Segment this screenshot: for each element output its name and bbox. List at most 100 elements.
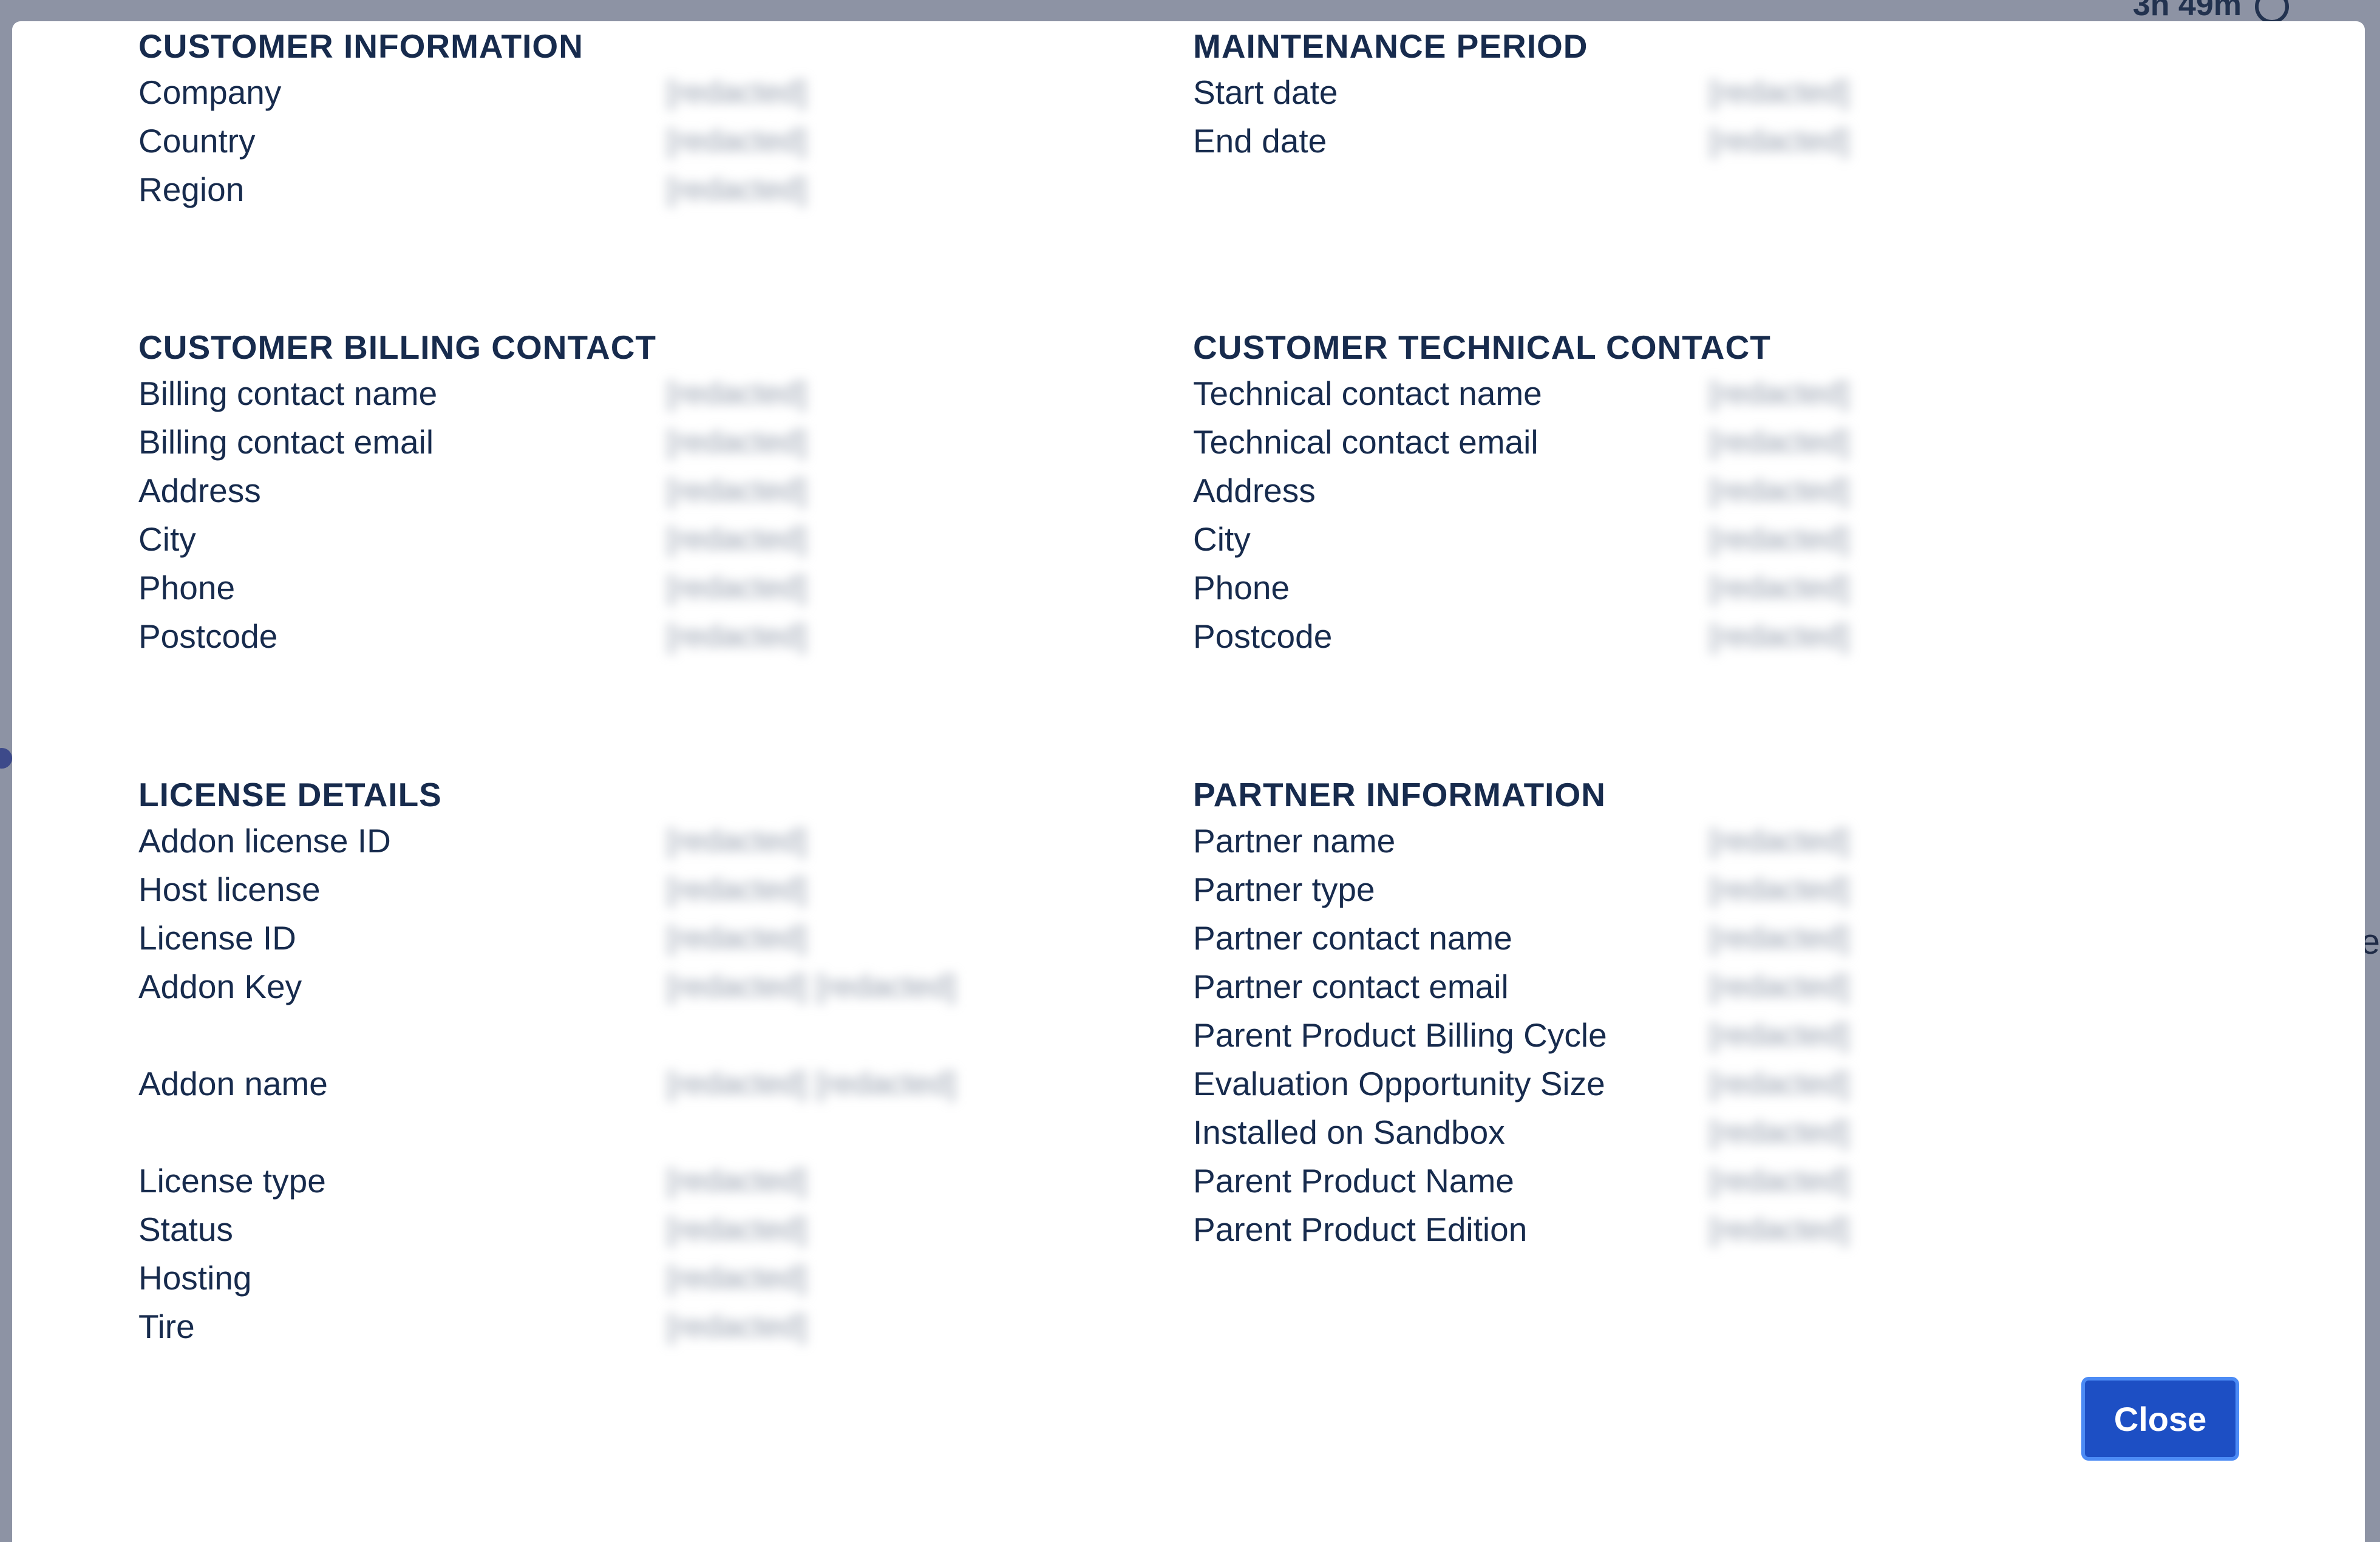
info-row-billing-name: Billing contact name [redacted] (138, 369, 1171, 418)
background-dot (0, 748, 12, 769)
row-value: [redacted] (667, 823, 807, 858)
row-value: [redacted] (667, 619, 807, 654)
row-label: Partner name (1193, 822, 1396, 860)
license-details-section: LICENSE DETAILS Addon license ID [redact… (138, 773, 1171, 1351)
row-value: [redacted] (1709, 123, 1850, 158)
row-label: Technical contact name (1193, 375, 1542, 412)
info-row-start-date: Start date [redacted] (1193, 68, 2225, 117)
row-value: [redacted] (1709, 823, 1850, 858)
info-row-addon-key: Addon Key [redacted] [redacted] (138, 962, 1171, 1059)
info-row-end-date: End date [redacted] (1193, 117, 2225, 165)
info-row-technical-name: Technical contact name [redacted] (1193, 369, 2225, 418)
row-label: Billing contact name (138, 375, 438, 412)
row-value: [redacted] (667, 1260, 807, 1296)
row-label: Partner type (1193, 871, 1375, 908)
info-row-address: Address [redacted] (1193, 466, 2225, 515)
timer-text: 3h 49m (2132, 0, 2242, 22)
row-value: [redacted] (667, 1309, 807, 1344)
info-row-address: Address [redacted] (138, 466, 1171, 515)
row-label: Country (138, 122, 256, 160)
row-label: Company (138, 73, 282, 111)
row-value: [redacted] [redacted] (667, 1066, 956, 1101)
row-value: [redacted] (1709, 521, 1850, 557)
row-label: License ID (138, 919, 296, 957)
row-label: Evaluation Opportunity Size (1193, 1065, 1605, 1102)
row-label: City (1193, 520, 1251, 558)
row-value: [redacted] (1709, 570, 1850, 605)
info-row-phone: Phone [redacted] (1193, 563, 2225, 612)
row-value: [redacted] (1709, 619, 1850, 654)
row-label: Parent Product Edition (1193, 1211, 1528, 1248)
row-label: Status (138, 1211, 233, 1248)
row-label: Postcode (1193, 617, 1333, 655)
info-row-partner-contact-email: Partner contact email [redacted] (1193, 962, 2225, 1011)
row-label: Hosting (138, 1259, 252, 1297)
row-label: Billing contact email (138, 423, 434, 461)
row-value: [redacted] (1709, 75, 1850, 110)
row-value: [redacted] (1709, 1017, 1850, 1053)
maintenance-period-section: MAINTENANCE PERIOD Start date [redacted]… (1193, 24, 2225, 165)
row-value: [redacted] (667, 172, 807, 207)
row-label: Start date (1193, 73, 1338, 111)
row-value: [redacted] (1709, 424, 1850, 460)
info-row-status: Status [redacted] (138, 1205, 1171, 1254)
row-value: [redacted] (1709, 473, 1850, 508)
section-title: PARTNER INFORMATION (1193, 776, 1606, 813)
info-row-city: City [redacted] (1193, 515, 2225, 563)
row-value: [redacted] (667, 473, 807, 508)
info-row-license-id: License ID [redacted] (138, 914, 1171, 962)
row-label: Host license (138, 871, 321, 908)
row-value: [redacted] (667, 376, 807, 411)
customer-billing-contact-section: CUSTOMER BILLING CONTACT Billing contact… (138, 325, 1171, 661)
row-value: [redacted] (667, 570, 807, 605)
row-label: City (138, 520, 196, 558)
info-row-parent-product-name: Parent Product Name [redacted] (1193, 1156, 2225, 1205)
row-label: Address (1193, 472, 1316, 509)
row-value: [redacted] (1709, 376, 1850, 411)
row-label: End date (1193, 122, 1327, 160)
info-row-billing-cycle: Parent Product Billing Cycle [redacted] (1193, 1011, 2225, 1059)
close-button[interactable]: Close (2081, 1377, 2239, 1461)
info-row-tire: Tire [redacted] (138, 1302, 1171, 1351)
info-row-evaluation-size: Evaluation Opportunity Size [redacted] (1193, 1059, 2225, 1108)
section-title: CUSTOMER INFORMATION (138, 27, 583, 65)
customer-information-section: CUSTOMER INFORMATION Company [redacted] … (138, 24, 1171, 214)
row-label: Technical contact email (1193, 423, 1538, 461)
row-value: [redacted] (1709, 920, 1850, 956)
info-row-installed-on-sandbox: Installed on Sandbox [redacted] (1193, 1108, 2225, 1156)
row-value: [redacted] (667, 521, 807, 557)
row-label: Phone (1193, 569, 1290, 606)
info-row-partner-contact-name: Partner contact name [redacted] (1193, 914, 2225, 962)
info-row-region: Region [redacted] (138, 165, 1171, 214)
info-row-partner-type: Partner type [redacted] (1193, 865, 2225, 914)
row-value: [redacted] (667, 123, 807, 158)
row-label: Parent Product Billing Cycle (1193, 1016, 1607, 1054)
info-row-addon-license-id: Addon license ID [redacted] (138, 817, 1171, 865)
row-label: Addon name (138, 1065, 328, 1102)
partner-information-section: PARTNER INFORMATION Partner name [redact… (1193, 773, 2225, 1254)
refresh-icon (2255, 0, 2289, 24)
section-title: LICENSE DETAILS (138, 776, 442, 813)
section-title: CUSTOMER TECHNICAL CONTACT (1193, 328, 1771, 366)
row-value: [redacted] (1709, 1163, 1850, 1198)
row-value: [redacted] (667, 1163, 807, 1198)
info-row-city: City [redacted] (138, 515, 1171, 563)
row-value: [redacted] (1709, 1115, 1850, 1150)
license-details-modal: CUSTOMER INFORMATION Company [redacted] … (12, 21, 2365, 1542)
info-row-partner-name: Partner name [redacted] (1193, 817, 2225, 865)
row-label: Partner contact email (1193, 968, 1509, 1005)
row-value: [redacted] (667, 1212, 807, 1247)
row-label: Postcode (138, 617, 278, 655)
row-label: Phone (138, 569, 236, 606)
section-title: MAINTENANCE PERIOD (1193, 27, 1588, 65)
info-row-parent-product-edition: Parent Product Edition [redacted] (1193, 1205, 2225, 1254)
customer-technical-contact-section: CUSTOMER TECHNICAL CONTACT Technical con… (1193, 325, 2225, 661)
row-label: Address (138, 472, 261, 509)
info-row-company: Company [redacted] (138, 68, 1171, 117)
row-label: License type (138, 1162, 326, 1200)
info-row-postcode: Postcode [redacted] (138, 612, 1171, 661)
timer-display: 3h 49m (2133, 0, 2289, 24)
row-label: Addon license ID (138, 822, 391, 860)
row-value: [redacted] (667, 920, 807, 956)
row-value: [redacted] (1709, 1212, 1850, 1247)
